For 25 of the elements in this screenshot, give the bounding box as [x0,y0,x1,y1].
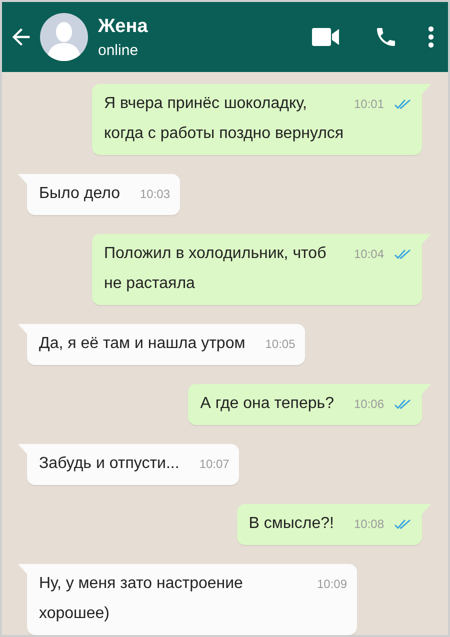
message-text: Было дело [39,185,120,202]
message-text: Да, я её там и нашла утром [39,335,246,352]
voice-call-button[interactable] [374,25,398,49]
menu-button[interactable] [428,26,434,48]
message-text: Ну, у меня зато настроение хорошее) [39,575,243,622]
message-text: А где она теперь? [200,395,334,412]
video-camera-icon [312,27,340,47]
contact-status: online [98,42,140,58]
phone-icon [374,25,398,49]
message-time: 10:01 [354,96,384,113]
video-call-button[interactable] [312,27,340,47]
message-time: 10:03 [140,186,170,203]
message-time: 10:09 [316,576,347,593]
more-options-icon [428,26,434,48]
avatar [40,13,88,61]
message-time: 10:07 [199,456,230,473]
message-time: 10:05 [265,336,296,353]
message-text: Забудь и отпусти... [39,455,180,472]
message-text: В смысле?! [248,515,334,532]
contact-name: Жена [98,16,149,38]
message-time: 10:08 [354,516,384,533]
message-time: 10:06 [354,396,384,413]
message-text: Положил в холодильник, чтоб не растаяла [104,245,326,292]
message-text: Я вчера принёс шоколадку, когда с работы поздно вернулся [104,95,344,142]
message-time: 10:04 [354,246,384,263]
